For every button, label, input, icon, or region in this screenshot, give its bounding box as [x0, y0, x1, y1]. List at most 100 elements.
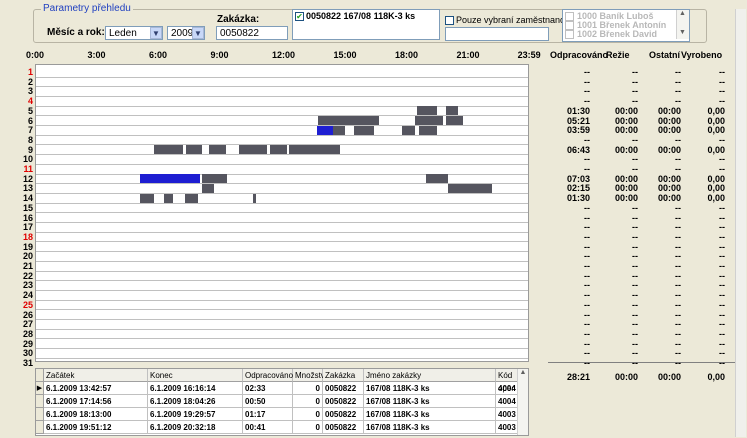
work-segment[interactable]	[446, 106, 458, 116]
stats-value: --	[675, 212, 681, 223]
work-segment[interactable]	[140, 174, 200, 184]
work-segment[interactable]	[270, 145, 288, 155]
order-checkbox[interactable]: ✔	[295, 12, 304, 21]
column-header[interactable]: Jméno zakázky	[364, 369, 496, 382]
stats-value: --	[584, 270, 590, 281]
table-cell[interactable]: 6.1.2009 18:04:26	[148, 395, 243, 408]
employee-item[interactable]: 1002 Břenek David	[577, 29, 657, 39]
work-segment[interactable]	[416, 106, 438, 116]
year-select[interactable]: 2009 ▼	[167, 26, 205, 40]
stats-value: --	[675, 96, 681, 107]
employee-filter-input[interactable]	[445, 27, 549, 41]
work-segment[interactable]	[164, 193, 173, 203]
work-segment[interactable]	[415, 116, 443, 125]
row-header[interactable]	[36, 395, 44, 408]
stats-value: --	[584, 202, 590, 213]
stats-value: --	[719, 348, 725, 359]
current-row-indicator[interactable]: ▶	[36, 382, 44, 395]
table-cell[interactable]: 0	[293, 408, 323, 421]
stats-value: --	[584, 309, 590, 320]
work-segment[interactable]	[239, 145, 267, 155]
stats-header: Režie	[606, 50, 630, 60]
table-cell[interactable]: 167/08 118K-3 ks	[364, 421, 496, 434]
stats-value: --	[632, 67, 638, 77]
work-segment[interactable]	[201, 183, 214, 193]
table-cell[interactable]: 6.1.2009 19:29:57	[148, 408, 243, 421]
order-input[interactable]: 0050822	[216, 26, 288, 40]
employee-checkbox[interactable]	[565, 12, 574, 21]
day-label: 12	[22, 173, 33, 184]
column-header[interactable]: Odpracováno	[243, 369, 293, 382]
table-cell[interactable]: 6.1.2009 20:32:18	[148, 421, 243, 434]
table-cell[interactable]: 6.1.2009 13:42:57	[44, 382, 148, 395]
employee-list-scrollbar[interactable]: ▲ ▼	[676, 10, 689, 39]
work-segment[interactable]	[418, 125, 438, 135]
work-segment[interactable]	[329, 145, 341, 155]
table-cell[interactable]: 6.1.2009 16:16:14	[148, 382, 243, 395]
table-cell[interactable]: 167/08 118K-3 ks	[364, 395, 496, 408]
chevron-down-icon[interactable]: ▼	[192, 27, 204, 39]
work-segment[interactable]	[446, 116, 464, 125]
employee-list[interactable]: 1000 Baník Luboš 1001 Břenek Antonín 100…	[562, 9, 690, 42]
work-segment[interactable]	[186, 145, 202, 155]
day-gridline	[36, 289, 528, 291]
table-cell[interactable]: 0050822	[323, 382, 364, 395]
hour-tick-label: 3:00	[87, 50, 106, 60]
table-cell[interactable]: 0	[293, 395, 323, 408]
table-cell[interactable]: 167/08 118K-3 ks	[364, 382, 496, 395]
work-segment[interactable]	[447, 183, 493, 193]
table-cell[interactable]: 167/08 118K-3 ks	[364, 408, 496, 421]
work-segment[interactable]	[288, 145, 330, 155]
table-cell[interactable]: 0050822	[323, 395, 364, 408]
work-segment[interactable]	[153, 145, 183, 155]
chevron-up-icon[interactable]: ▲	[677, 10, 688, 20]
work-segment[interactable]	[425, 174, 448, 184]
records-table[interactable]: Začátek Konec Odpracováno Množství Zakázka Jm…	[35, 368, 529, 436]
table-cell[interactable]: 0	[293, 382, 323, 395]
work-segment[interactable]	[184, 193, 199, 203]
row-header	[36, 369, 44, 382]
work-segment[interactable]	[252, 193, 257, 203]
table-cell[interactable]: 0050822	[323, 421, 364, 434]
table-cell[interactable]: 0050822	[323, 408, 364, 421]
chevron-down-icon[interactable]: ▼	[150, 27, 162, 39]
work-segment[interactable]	[140, 193, 154, 203]
work-segment[interactable]	[201, 174, 228, 184]
stats-value: 00:00	[657, 193, 681, 204]
table-cell[interactable]: 6.1.2009 19:51:12	[44, 421, 148, 434]
table-cell[interactable]: 01:17	[243, 408, 293, 421]
day-gridline	[36, 163, 528, 165]
employee-checkbox[interactable]	[565, 30, 574, 39]
column-header[interactable]: Začátek	[44, 369, 148, 382]
table-cell[interactable]: 6.1.2009 17:14:56	[44, 395, 148, 408]
table-cell[interactable]: 02:33	[243, 382, 293, 395]
month-select[interactable]: Leden ▼	[105, 26, 163, 40]
table-cell[interactable]: 00:50	[243, 395, 293, 408]
work-segment[interactable]	[316, 125, 334, 135]
stats-value: --	[584, 96, 590, 107]
employee-checkbox[interactable]	[565, 21, 574, 30]
row-header[interactable]	[36, 408, 44, 421]
chevron-up-icon[interactable]: ▲	[518, 369, 528, 379]
day-label: 7	[27, 125, 33, 136]
column-header[interactable]: Zakázka	[323, 369, 364, 382]
table-cell[interactable]: 6.1.2009 18:13:00	[44, 408, 148, 421]
work-segment[interactable]	[353, 125, 375, 135]
table-scrollbar[interactable]: ▲	[517, 369, 528, 435]
day-label: 6	[27, 115, 33, 126]
work-segment[interactable]	[317, 116, 380, 125]
row-header[interactable]	[36, 421, 44, 434]
table-cell[interactable]: 00:41	[243, 421, 293, 434]
work-segment[interactable]	[333, 125, 346, 135]
day-label: 9	[27, 144, 33, 155]
column-header[interactable]: Množství	[293, 369, 327, 382]
chevron-down-icon[interactable]: ▼	[677, 29, 688, 39]
stats-value: 00:00	[614, 144, 638, 155]
only-selected-checkbox[interactable]	[445, 16, 454, 25]
work-segment[interactable]	[401, 125, 416, 135]
stats-value: --	[719, 319, 725, 330]
table-cell[interactable]: 0	[293, 421, 323, 434]
main-scrollbar[interactable]	[735, 9, 746, 437]
work-segment[interactable]	[208, 145, 226, 155]
column-header[interactable]: Konec	[148, 369, 243, 382]
